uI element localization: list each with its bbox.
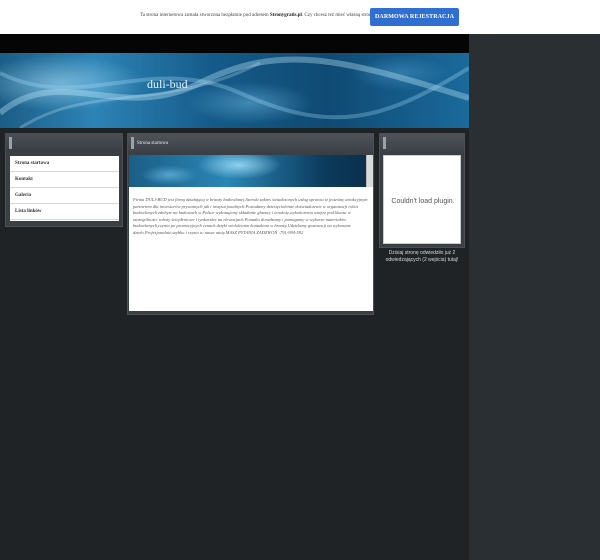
promo-text-prefix: Ta strona internetowa została stworzona … <box>140 13 269 18</box>
sidebar-menu-panel: Strona startowa Kontakt Galeria Lista li… <box>5 133 123 227</box>
plugin-error-message: Couldn't load plugin. <box>391 198 455 205</box>
content-header: Strona startowa <box>128 134 373 154</box>
nav-item-home[interactable]: Strona startowa <box>10 156 119 172</box>
header-marker-icon <box>131 137 134 149</box>
scrollbar[interactable] <box>366 155 373 187</box>
site-title[interactable]: duli-bud <box>147 77 188 92</box>
header-banner: duli-bud <box>0 53 469 128</box>
side-widget-panel: Couldn't load plugin. <box>379 133 465 248</box>
sidebar-header <box>6 134 122 152</box>
content-banner-image <box>129 155 373 187</box>
visit-counter: Dzisiaj stronę odwiedziło już 2 odwiedza… <box>385 250 459 263</box>
promo-brand-link[interactable]: Stronygratis.pl <box>270 13 302 18</box>
nav-menu: Strona startowa Kontakt Galeria Lista li… <box>10 156 119 221</box>
main-content-panel: Strona startowa Firma DULI-BUD jest firm… <box>127 133 374 315</box>
promo-bar: Ta strona internetowa została stworzona … <box>0 0 600 34</box>
page-title: Strona startowa <box>137 141 169 146</box>
promo-text: Ta strona internetowa została stworzona … <box>140 13 376 18</box>
right-background-column <box>469 34 600 560</box>
header-marker-icon <box>9 137 12 149</box>
widget-header <box>380 134 464 154</box>
nav-item-links[interactable]: Lista linków <box>10 204 119 220</box>
top-strip <box>0 34 469 53</box>
free-registration-button[interactable]: DARMOWA REJESTRACJA <box>370 8 459 26</box>
nav-item-contact[interactable]: Kontakt <box>10 172 119 188</box>
banner-swirl-graphic <box>0 56 469 128</box>
promo-text-suffix: . Czy chcesz też mieć własną stronę? <box>301 13 376 18</box>
nav-item-gallery[interactable]: Galeria <box>10 188 119 204</box>
content-body: Firma DULI-BUD jest firmą działającą w b… <box>129 155 373 311</box>
header-marker-icon <box>383 137 386 149</box>
plugin-placeholder: Couldn't load plugin. <box>383 155 461 244</box>
content-text: Firma DULI-BUD jest firmą działającą w b… <box>133 197 368 235</box>
